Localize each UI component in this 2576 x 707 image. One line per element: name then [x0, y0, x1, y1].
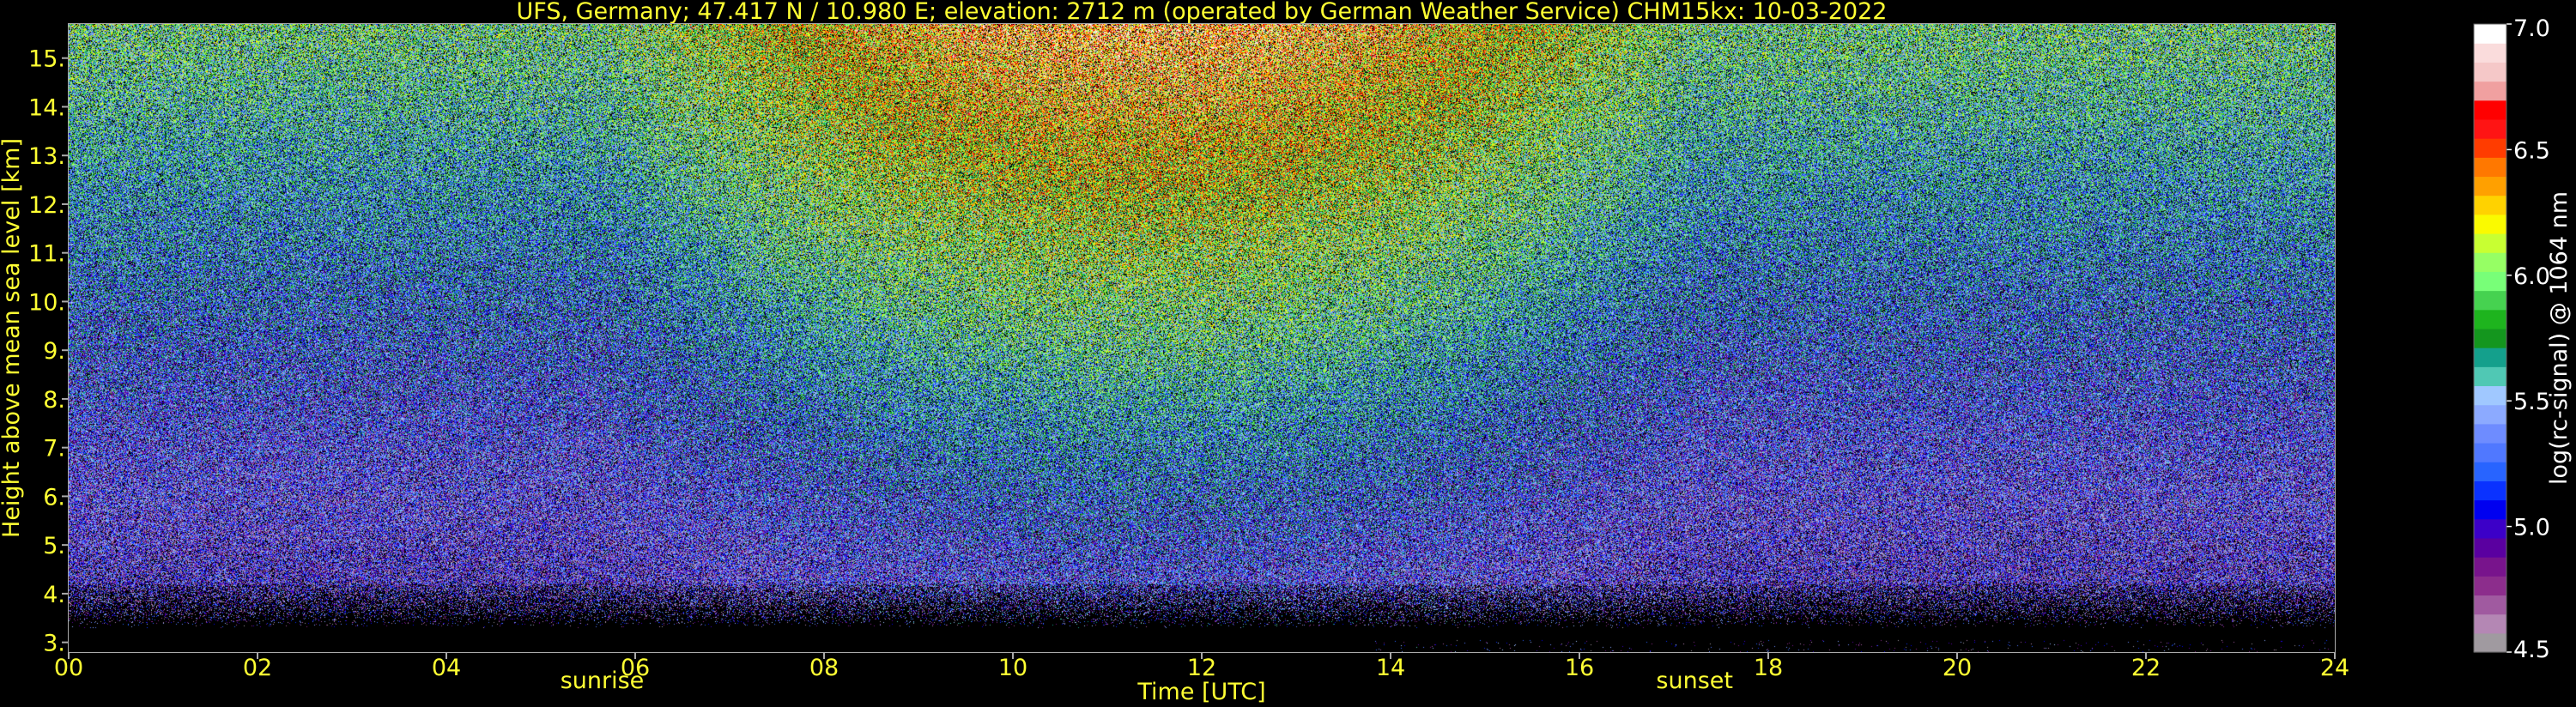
y-axis-label: Height above mean sea level [km] — [0, 138, 25, 538]
y-tick-label: 13. — [28, 143, 65, 170]
colorbar-segment — [2474, 138, 2506, 158]
colorbar-segment — [2474, 462, 2506, 481]
colorbar-segment — [2474, 157, 2506, 178]
backscatter-heatmap — [69, 24, 2335, 652]
colorbar-segment — [2474, 595, 2506, 615]
colorbar-segment — [2474, 81, 2506, 101]
x-tick-label: 24 — [2320, 655, 2349, 681]
colorbar-segment — [2474, 404, 2506, 425]
y-axis-ticks: 3. 4. 5. 6. 7. 8. 9. 10. 11. 12. 13. 14. 15. — [28, 46, 69, 657]
y-tick-label: 11. — [28, 241, 65, 268]
y-tick-label: 15. — [28, 46, 65, 73]
x-tick-label: 04 — [432, 655, 461, 681]
x-tick-label: 00 — [54, 655, 83, 681]
y-tick-label: 5. — [43, 533, 65, 559]
colorbar-label: log(rc-signal) @ 1064 nm — [2546, 191, 2573, 485]
chart-title: UFS, Germany; 47.417 N / 10.980 E; eleva… — [517, 0, 1888, 25]
x-tick-label: 22 — [2131, 655, 2161, 681]
colorbar-segment — [2474, 480, 2506, 501]
colorbar-segment — [2474, 576, 2506, 596]
x-tick-label: 14 — [1376, 655, 1405, 681]
colorbar-segment — [2474, 43, 2506, 63]
colorbar-segment — [2474, 195, 2506, 215]
y-tick-label: 12. — [28, 192, 65, 219]
colorbar-segment — [2474, 347, 2506, 367]
colorbar-segment — [2474, 518, 2506, 539]
colorbar-segment — [2474, 309, 2506, 329]
colorbar-tick-label: 5.5 — [2513, 389, 2550, 415]
colorbar-tick-label: 6.5 — [2513, 137, 2550, 164]
colorbar-segment — [2474, 613, 2506, 634]
colorbar-tick-label: 4.5 — [2513, 637, 2550, 663]
colorbar-tick-label: 6.0 — [2513, 263, 2550, 290]
colorbar-segment — [2474, 100, 2506, 120]
colorbar-ticks: 4.5 5.0 5.5 6.0 6.5 7.0 — [2506, 15, 2550, 663]
y-tick-label: 9. — [43, 338, 65, 365]
x-tick-label: 10 — [998, 655, 1027, 681]
x-tick-label: 08 — [809, 655, 839, 681]
colorbar-tick-label: 5.0 — [2513, 515, 2550, 541]
colorbar-segment — [2474, 385, 2506, 406]
colorbar-segment — [2474, 366, 2506, 387]
y-tick-label: 7. — [43, 436, 65, 462]
event-label-sunset: sunset — [1656, 668, 1733, 694]
colorbar-segment — [2474, 118, 2506, 139]
y-tick-label: 3. — [43, 631, 65, 657]
colorbar-segment — [2474, 443, 2506, 462]
x-tick-label: 16 — [1565, 655, 1594, 681]
y-tick-label: 10. — [28, 289, 65, 316]
colorbar-segment — [2474, 423, 2506, 444]
colorbar-segment — [2474, 537, 2506, 558]
x-tick-label: 18 — [1754, 655, 1783, 681]
colorbar-segment — [2474, 328, 2506, 348]
colorbar-segment — [2474, 252, 2506, 272]
x-tick-label: 02 — [243, 655, 272, 681]
y-tick-label: 4. — [43, 582, 65, 608]
colorbar-segment — [2474, 632, 2506, 653]
colorbar-segment — [2474, 176, 2506, 196]
colorbar-segment — [2474, 499, 2506, 520]
colorbar-segment — [2474, 24, 2506, 44]
y-tick-label: 6. — [43, 484, 65, 511]
colorbar-tick-label: 7.0 — [2513, 15, 2550, 42]
x-tick-label: 12 — [1187, 655, 1216, 681]
colorbar-segment — [2474, 62, 2506, 82]
colorbar-segment — [2474, 214, 2506, 234]
x-axis-ticks: 00 02 04 06 08 10 12 14 16 18 20 22 24 — [54, 652, 2349, 681]
colorbar-segment — [2474, 233, 2506, 253]
y-tick-label: 8. — [43, 387, 65, 414]
colorbar-segment — [2474, 271, 2506, 292]
x-tick-label: 20 — [1943, 655, 1972, 681]
y-tick-label: 14. — [28, 94, 65, 121]
colorbar — [2474, 24, 2506, 653]
x-axis-label: Time [UTC] — [1136, 679, 1265, 705]
x-tick-label: 06 — [621, 655, 650, 681]
colorbar-segment — [2474, 290, 2506, 311]
colorbar-segment — [2474, 557, 2506, 577]
